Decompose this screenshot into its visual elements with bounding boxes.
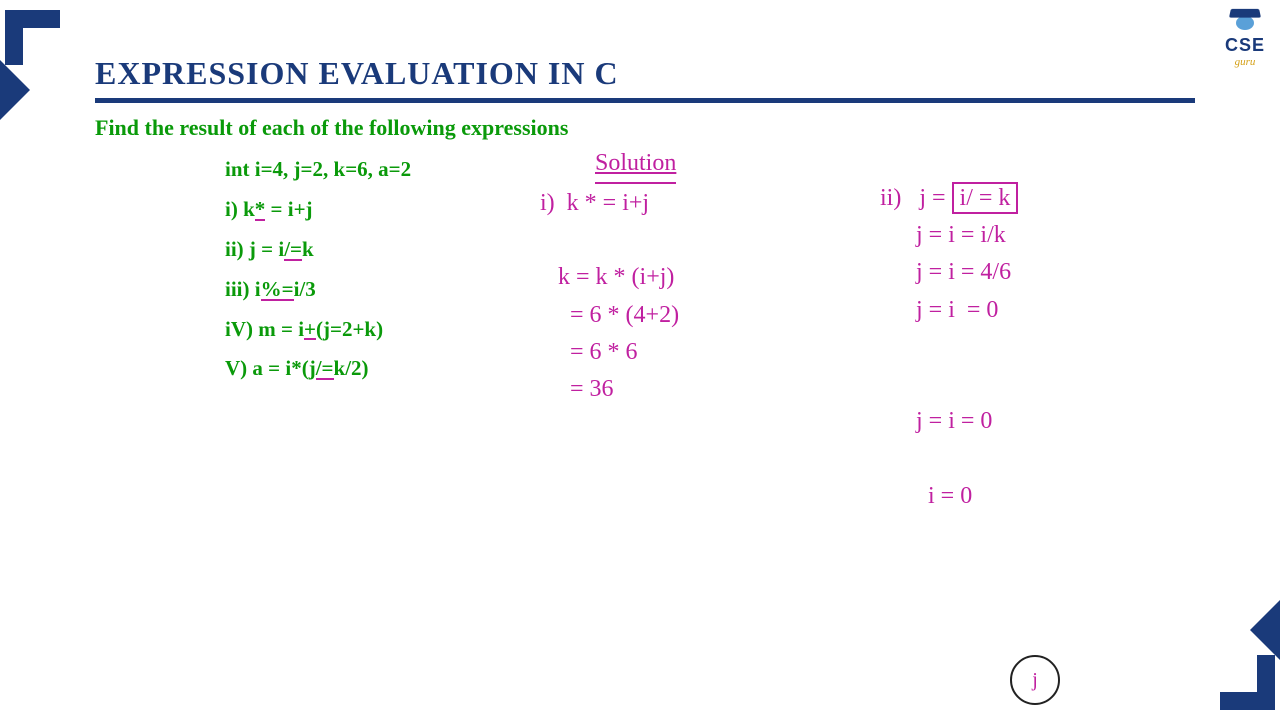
pen-cursor-icon: j bbox=[1010, 655, 1060, 705]
corner-decoration-br bbox=[1220, 655, 1275, 710]
page-title: EXPRESSION EVALUATION IN C bbox=[95, 55, 619, 92]
problem-2: ii) j = i/=k bbox=[225, 230, 411, 270]
problem-list: int i=4, j=2, k=6, a=2 i) k* = i+j ii) j… bbox=[225, 150, 411, 389]
title-underline bbox=[95, 98, 1195, 103]
problem-5: V) a = i*(j/=k/2) bbox=[225, 349, 411, 389]
corner-decoration-br-arrow bbox=[1250, 600, 1280, 660]
graduation-cap-icon bbox=[1230, 8, 1260, 33]
problem-3: iii) i%=i/3 bbox=[225, 270, 411, 310]
logo-text-main: CSE bbox=[1225, 35, 1265, 56]
declaration-line: int i=4, j=2, k=6, a=2 bbox=[225, 150, 411, 190]
brand-logo: CSE guru bbox=[1225, 8, 1265, 68]
cursor-mark: j bbox=[1032, 669, 1038, 692]
problem-4: iV) m = i+(j=2+k) bbox=[225, 310, 411, 350]
question-prompt: Find the result of each of the following… bbox=[95, 115, 568, 141]
logo-text-sub: guru bbox=[1225, 56, 1265, 68]
corner-decoration-tl-arrow bbox=[0, 60, 30, 120]
solution-heading: Solution bbox=[595, 145, 676, 184]
problem-1: i) k* = i+j bbox=[225, 190, 411, 230]
solution-working-2: ii) j = i/ = k j = i = i/k j = i = 4/6 j… bbox=[880, 180, 1018, 515]
solution-working-1: i) k * = i+j k = k * (i+j) = 6 * (4+2) =… bbox=[540, 185, 679, 408]
corner-decoration-tl bbox=[5, 10, 60, 65]
